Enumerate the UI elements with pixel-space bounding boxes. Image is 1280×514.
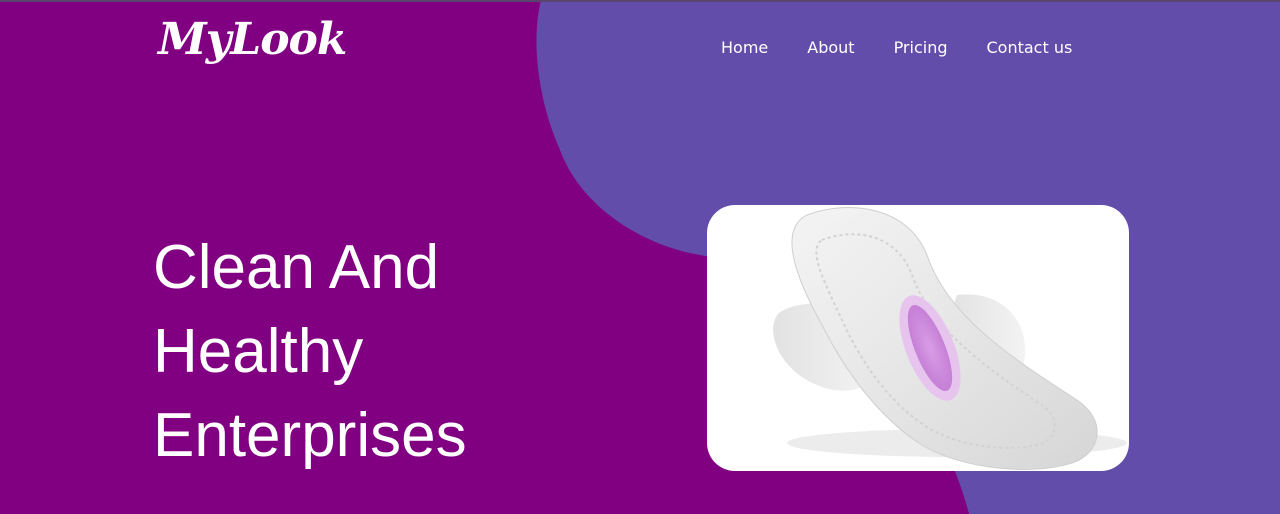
hero-title-line-1: Clean And (153, 233, 440, 302)
top-border (0, 0, 1280, 2)
nav-contact-link[interactable]: Contact us (987, 38, 1073, 57)
hero-title-line-2: Healthy (153, 317, 364, 386)
brand-logo[interactable]: MyLook (158, 14, 347, 65)
main-nav: Home About Pricing Contact us (721, 38, 1072, 57)
hero-title-line-3: Enterprises (153, 401, 467, 470)
product-image-card (707, 205, 1129, 471)
nav-about-link[interactable]: About (807, 38, 854, 57)
hero-title: Clean And Healthy Enterprises (153, 226, 573, 478)
nav-home-link[interactable]: Home (721, 38, 768, 57)
sanitary-pad-image (773, 207, 1127, 470)
nav-pricing-link[interactable]: Pricing (894, 38, 948, 57)
